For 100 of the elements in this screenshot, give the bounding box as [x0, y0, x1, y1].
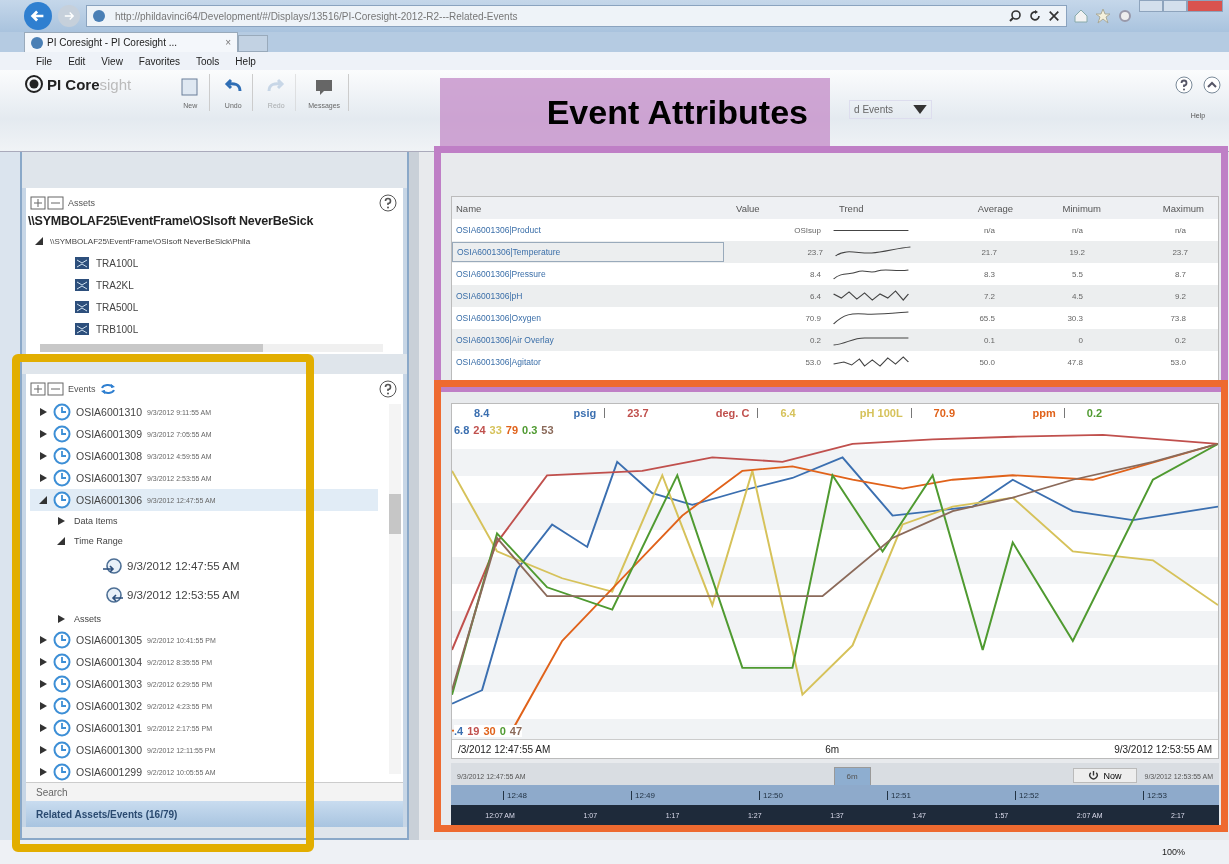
column-header[interactable]: Average [929, 202, 1017, 214]
tree-item[interactable]: Assets [74, 614, 101, 624]
related-assets-events-bar[interactable]: Related Assets/Events (16/79) [26, 801, 403, 827]
tree-toggle-icon[interactable] [56, 516, 66, 526]
table-cell-text: 23.7 [806, 247, 824, 257]
table-row[interactable]: OSIA6001306|pH 6.4 7.2 4.5 9.2 [452, 285, 1218, 307]
tree-toggle-icon[interactable] [38, 635, 48, 645]
tab-close-button[interactable]: × [225, 37, 231, 48]
tree-toggle-icon[interactable] [38, 451, 48, 461]
scrollbar-thumb[interactable] [389, 494, 401, 534]
tree-toggle-icon[interactable] [38, 723, 48, 733]
menu-item[interactable]: Edit [68, 55, 86, 67]
tree-item[interactable]: TRB100L [96, 323, 139, 335]
expand-collapse-icon[interactable] [30, 382, 64, 396]
tree-toggle-icon[interactable] [56, 614, 66, 624]
attribute-name[interactable]: OSIA6001306|pH [452, 291, 722, 301]
clock-icon [53, 719, 71, 737]
scrollbar-thumb[interactable] [40, 344, 263, 352]
collapse-icon[interactable] [1203, 76, 1221, 94]
menu-item[interactable]: Favorites [138, 55, 180, 67]
tree-toggle-icon[interactable] [38, 657, 48, 667]
event-name: OSIA6001303 [76, 678, 142, 690]
address-field[interactable]: http://phildavinci64/Development/#/Displays/13516/PI-Coresight-2012-R2---Related-Events [86, 5, 1067, 27]
menu-item[interactable]: Help [235, 55, 256, 67]
attribute-name[interactable]: OSIA6001306|Product [452, 225, 722, 235]
scrollbar[interactable] [389, 404, 401, 774]
table-cell-text: 4.5 [1070, 291, 1084, 301]
search-icon[interactable] [1008, 9, 1022, 23]
table-row[interactable]: OSIA6001306|Product OSIsup n/a n/a n/a [452, 219, 1218, 241]
event-name: OSIA6001306 [76, 494, 142, 506]
now-button[interactable]: Now [1073, 768, 1137, 783]
time-axis-bar[interactable]: 12:48 12:49 12:50 12:51 12:52 12:53 [451, 785, 1219, 805]
tree-toggle-icon[interactable] [38, 679, 48, 689]
column-header[interactable]: Trend [835, 202, 929, 214]
table-cell-text: 65.5 [978, 313, 996, 323]
clock-icon [53, 491, 71, 509]
tree-toggle-icon[interactable] [38, 745, 48, 755]
table-cell-text: n/a [982, 225, 996, 235]
table-cell-text: 30.3 [1066, 313, 1084, 323]
tree-item[interactable]: TRA500L [96, 301, 139, 313]
menu-item[interactable]: Tools [196, 55, 220, 67]
table-row[interactable]: OSIA6001306|Air Overlay 0.2 0.1 0 0.2 [452, 329, 1218, 351]
attribute-name[interactable]: OSIA6001306|Air Overlay [452, 335, 722, 345]
tree-item[interactable]: TRA2KL [96, 279, 134, 291]
column-header[interactable]: Value [722, 202, 835, 214]
time-tick: 12:48 [503, 790, 527, 800]
tree-item[interactable]: Data Items [74, 516, 118, 526]
axis-label: 24 [473, 424, 486, 436]
tree-item[interactable]: \\SYMBOLAF25\EventFrame\OSIsoft NeverBeSick\Phila [50, 236, 251, 246]
display-dropdown[interactable]: d Events [849, 100, 933, 119]
close-icon[interactable] [1048, 10, 1060, 22]
column-header[interactable]: Minimum [1017, 202, 1105, 214]
tree-toggle-icon[interactable] [38, 407, 48, 417]
column-header[interactable]: Maximum [1105, 202, 1208, 214]
table-cell-text: 73.8 [1169, 313, 1187, 323]
legend-unit: ppm [1032, 407, 1056, 419]
search-label[interactable]: Search [26, 782, 403, 801]
tree-toggle-icon[interactable] [38, 701, 48, 711]
event-name: OSIA6001304 [76, 656, 142, 668]
event-name: OSIA6001307 [76, 472, 142, 484]
table-cell-text: 70.9 [804, 313, 822, 323]
attribute-name[interactable]: OSIA6001306|Pressure [452, 269, 722, 279]
tree-toggle-icon[interactable] [38, 429, 48, 439]
zoom-level[interactable]: 100% [1161, 847, 1185, 857]
table-row[interactable]: OSIA6001306|Agitator 53.0 50.0 47.8 53.0 [452, 351, 1218, 373]
column-header[interactable]: Name [452, 202, 722, 214]
scrollbar[interactable] [40, 344, 383, 352]
refresh-icon[interactable] [1028, 9, 1042, 23]
attribute-name[interactable]: OSIA6001306|Temperature [452, 242, 724, 262]
table-row[interactable]: OSIA6001306|Temperature 23.7 21.7 19.2 23.7 [452, 241, 1218, 263]
axis-label: 30 [483, 725, 496, 737]
legend-value: 70.9 [933, 407, 956, 419]
help-icon[interactable] [1175, 76, 1193, 94]
tree-item[interactable]: TRA100L [96, 257, 139, 269]
star-icon[interactable] [1095, 8, 1111, 24]
event-name: OSIA6001302 [76, 700, 142, 712]
table-row[interactable]: OSIA6001306|Oxygen 70.9 65.5 30.3 73.8 [452, 307, 1218, 329]
attribute-name[interactable]: OSIA6001306|Agitator [452, 357, 722, 367]
help-icon[interactable] [379, 194, 397, 212]
clock-icon [53, 741, 71, 759]
event-name: OSIA6001300 [76, 744, 142, 756]
attribute-name[interactable]: OSIA6001306|Oxygen [452, 313, 722, 323]
table-cell-text: 53.0 [804, 357, 822, 367]
tree-toggle-icon[interactable] [38, 473, 48, 483]
table-cell-text: 47.8 [1066, 357, 1084, 367]
tree-toggle-icon[interactable] [38, 495, 48, 505]
menu-item[interactable]: View [101, 55, 123, 67]
expand-collapse-icon[interactable] [30, 196, 64, 210]
table-row[interactable]: OSIA6001306|Pressure 8.4 8.3 5.5 8.7 [452, 263, 1218, 285]
axis-label: 47 [509, 725, 523, 737]
help-icon[interactable] [379, 380, 397, 398]
tree-toggle-icon[interactable] [34, 236, 44, 246]
axis-label: 79 [505, 424, 519, 436]
back-button[interactable] [24, 2, 52, 30]
tree-item[interactable]: Time Range [74, 536, 123, 546]
tree-toggle-icon[interactable] [56, 536, 66, 546]
clock-arrow-icon [102, 556, 124, 575]
tree-toggle-icon[interactable] [38, 767, 48, 777]
menu-item[interactable]: File [36, 55, 53, 67]
clock-icon [53, 697, 71, 715]
